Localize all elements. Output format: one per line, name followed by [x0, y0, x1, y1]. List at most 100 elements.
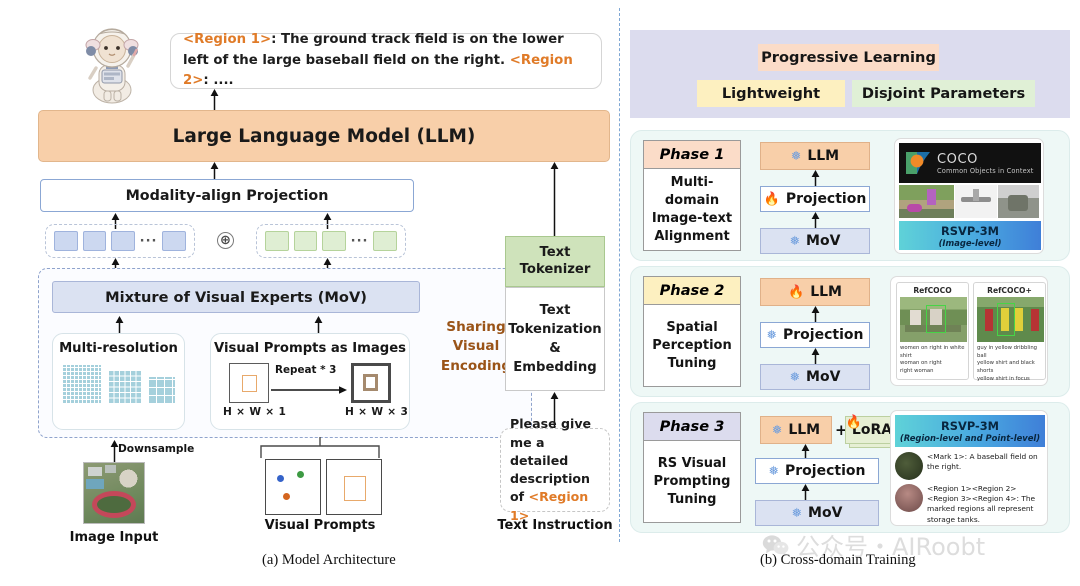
figure-root: <Region 1>: The ground track field is on… — [0, 0, 1080, 586]
coco-sample-2 — [955, 185, 997, 218]
snowflake-icon: ❅ — [791, 504, 803, 520]
visual-prompt-box-sample — [326, 459, 382, 515]
snowflake-icon: ❅ — [766, 326, 778, 342]
phase-3-projection-label: Projection — [785, 463, 866, 479]
visual-prompt-points-sample — [265, 459, 321, 515]
phase-1-rsvp-bar: RSVP-3M (Image-level) — [899, 221, 1041, 250]
arrow-phase2-mov-to-proj — [810, 348, 821, 364]
snowflake-icon: ❅ — [771, 421, 783, 437]
fire-icon: 🔥 — [845, 414, 863, 430]
chip-progressive-learning: Progressive Learning — [758, 44, 939, 71]
refcoco-caption-3: right woman — [900, 368, 934, 375]
text-embed-line-2: Tokenization — [508, 321, 602, 337]
phase-2-dataset-panel: RefCOCO women on right in white shirt wo… — [890, 276, 1048, 386]
arrow-phase1-proj-to-llm — [810, 170, 821, 186]
phase-1-rsvp-sub: (Image-level) — [938, 237, 1002, 248]
resolution-grid-medium — [108, 371, 141, 404]
visual-token-group: ··· — [45, 224, 195, 258]
text-tokenizer-block: Text Tokenizer — [505, 236, 605, 287]
phase-3-card: Phase 3 RS Visual Prompting Tuning — [643, 412, 741, 523]
phase-2-projection-module: ❅ Projection — [760, 322, 870, 348]
coco-sample-3 — [997, 185, 1040, 218]
fire-icon: 🔥 — [788, 284, 805, 300]
point-prompt-orange-icon — [283, 493, 290, 500]
text-token — [265, 231, 289, 251]
sheep-astronaut-mascot — [66, 18, 158, 106]
phase-1-projection-module: 🔥 Projection — [760, 186, 870, 212]
phase-2-mov-module: ❅ MoV — [760, 364, 870, 390]
phase-3-rsvp-sub: (Region-level and Point-level) — [899, 433, 1041, 443]
text-token — [373, 231, 398, 251]
phase-2-body-line-2: Perception — [652, 338, 732, 354]
region1-tag: <Region 1> — [183, 32, 272, 48]
visual-token — [82, 231, 107, 251]
image-input-thumbnail — [83, 462, 145, 524]
panel-divider — [619, 8, 620, 542]
coco-title: COCO — [937, 151, 979, 167]
visual-prompts-as-images-card: Visual Prompts as Images Repeat * 3 H × … — [210, 333, 410, 430]
visual-prompts-caption: Visual Prompts — [264, 518, 376, 533]
visual-token — [54, 231, 78, 251]
snowflake-icon: ❅ — [768, 462, 780, 478]
box-prompt-orange-icon — [344, 476, 366, 501]
rsvp-thumb-tanks — [895, 484, 923, 512]
phase-1-projection-label: Projection — [785, 191, 867, 207]
mov-block: Mixture of Visual Experts (MoV) — [52, 281, 420, 313]
visual-prompts-bracket — [259, 437, 381, 459]
refcoco-caption-1: women on right in white shirt — [900, 345, 965, 359]
phase-3-mov-module: ❅ MoV — [755, 500, 879, 526]
phase-2-projection-label: Projection — [783, 327, 864, 343]
text-instruction-bubble: Please give me a detailed description of… — [500, 416, 610, 523]
refcocoplus-card: RefCOCO+ guy in yellow dribbling ball ye… — [973, 282, 1046, 382]
refcoco-image — [900, 297, 967, 342]
text-instruction-caption: Text Instruction — [497, 518, 613, 533]
refcoco-title: RefCOCO — [913, 286, 952, 295]
phase-3-body-line-2: Prompting — [653, 474, 731, 490]
prompt-mask-1ch — [229, 363, 269, 403]
point-prompt-green-icon — [297, 471, 304, 478]
text-token-group: ··· — [256, 224, 406, 258]
caption-cross-domain-training: (b) Cross-domain Training — [760, 552, 916, 568]
arrow-phase1-mov-to-proj — [810, 212, 821, 228]
text-token — [293, 231, 318, 251]
resolution-grid-small — [148, 377, 175, 404]
phase-3-dataset-panel: RSVP-3M (Region-level and Point-level) <… — [890, 410, 1048, 526]
phase-1-llm-label: LLM — [807, 148, 840, 164]
phase-1-rsvp-name: RSVP-3M — [941, 223, 999, 238]
refcocoplus-caption-3: yellow shirt in focus — [977, 375, 1030, 382]
refcocoplus-image — [977, 297, 1044, 342]
refcocoplus-title: RefCOCO+ — [987, 286, 1032, 295]
text-token — [322, 231, 346, 251]
phase-2-mov-label: MoV — [806, 369, 841, 385]
coco-logo: COCO Common Objects in Context — [899, 143, 1041, 183]
phase-2-body-line-3: Tuning — [667, 355, 717, 371]
phase-2-llm-label: LLM — [810, 284, 842, 300]
phase-2-llm-module: 🔥 LLM — [760, 278, 870, 306]
arrow-tokenizer-to-llm — [549, 162, 560, 236]
phase-3-mov-label: MoV — [808, 505, 843, 521]
arrow-llm-to-answer — [209, 89, 220, 111]
phase-3-llm-label: LLM — [788, 422, 821, 438]
phase-1-dataset-panel: COCO Common Objects in Context RSVP-3M (… — [894, 138, 1044, 254]
visual-token — [111, 231, 135, 251]
coco-logo-mark — [904, 149, 932, 177]
phase-1-body-line-1: Multi-domain — [664, 175, 720, 209]
phase-3-rsvp-bar: RSVP-3M (Region-level and Point-level) — [895, 415, 1045, 447]
phase-1-title: Phase 1 — [644, 141, 740, 169]
repeat-arrow — [271, 380, 347, 394]
fire-icon: 🔥 — [763, 191, 780, 207]
phase-2-title: Phase 2 — [644, 277, 740, 305]
phase-3-rsvp-name: RSVP-3M — [941, 419, 999, 433]
chip-lightweight: Lightweight — [697, 80, 845, 107]
phase-1-card: Phase 1 Multi-domain Image-text Alignmen… — [643, 140, 741, 251]
phase-3-body-line-3: Tuning — [667, 491, 717, 507]
phase-1-mov-module: ❅ MoV — [760, 228, 870, 254]
text-embed-line-3: & — [549, 341, 561, 356]
answer-text-2: : .... — [203, 73, 234, 89]
refcocoplus-caption-1: guy in yellow dribbling ball — [977, 345, 1038, 359]
modality-align-projection-block: Modality-align Projection — [40, 179, 414, 212]
prompt-box-gray-icon — [363, 374, 378, 391]
visual-token — [162, 231, 187, 251]
phase-1-mov-label: MoV — [806, 233, 841, 249]
refcoco-caption-2: woman on right — [900, 360, 942, 367]
